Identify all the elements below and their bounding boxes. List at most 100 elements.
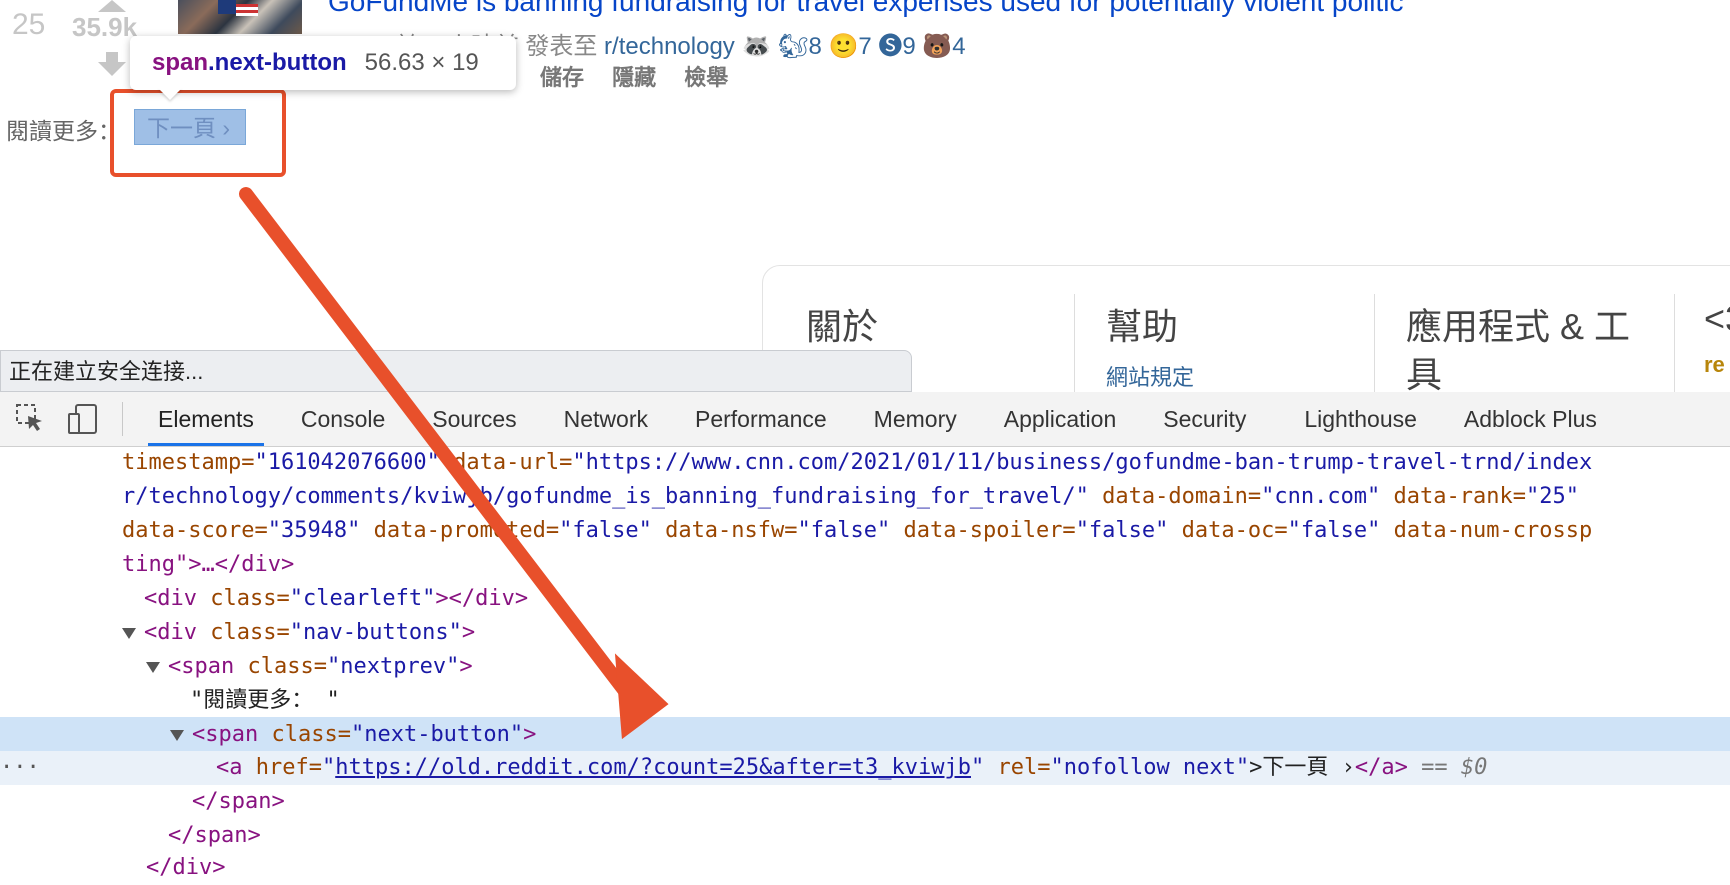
tab-elements[interactable]: Elements	[148, 392, 264, 446]
hide-link[interactable]: 隱藏	[612, 65, 656, 90]
footer-rules-link[interactable]: 網站規定	[1106, 360, 1194, 392]
tab-security[interactable]: Security	[1153, 392, 1256, 446]
tab-memory[interactable]: Memory	[864, 392, 967, 446]
dom-line[interactable]: </div>	[146, 851, 225, 885]
footer-love-link[interactable]: re	[1704, 352, 1725, 378]
tab-lighthouse[interactable]: Lighthouse	[1294, 392, 1427, 446]
expand-triangle-icon[interactable]	[170, 729, 184, 741]
expand-triangle-icon[interactable]	[146, 661, 160, 673]
attr-name: rel=	[984, 755, 1051, 780]
footer-help-title: 幫助	[1106, 306, 1179, 347]
status-bar: 正在建立安全连接...	[0, 350, 912, 392]
expand-triangle-icon[interactable]	[122, 627, 136, 639]
dom-line[interactable]: timestamp="161042076600" data-url="https…	[122, 446, 1592, 480]
tab-console[interactable]: Console	[291, 392, 395, 446]
dom-line[interactable]: <div class="clearleft"></div>	[144, 582, 528, 616]
dom-line[interactable]: data-score="35948" data-promoted="false"…	[122, 514, 1592, 548]
dom-line[interactable]: ting">…</div>	[122, 548, 294, 582]
attr-name: data-num-crossp	[1380, 518, 1593, 543]
tag-text: </span>	[168, 823, 261, 848]
tag-text: <div	[144, 586, 211, 611]
post-title-link[interactable]: GoFundMe is banning fundraising for trav…	[328, 0, 1404, 18]
footer-apps-title: 應用程式 & 工	[1406, 306, 1631, 347]
tab-performance[interactable]: Performance	[685, 392, 837, 446]
tab-adblock-plus[interactable]: Adblock Plus	[1454, 392, 1607, 446]
attr-name: class=	[210, 586, 290, 611]
attr-name: href=	[255, 755, 322, 780]
tag-text: ></div>	[435, 586, 529, 611]
footer-about-title: 關於	[806, 306, 879, 347]
attr-value: "25"	[1526, 484, 1579, 509]
elements-dom-tree: timestamp="161042076600" data-url="https…	[0, 446, 1730, 880]
attr-value: "nav-buttons"	[289, 620, 462, 645]
dom-line[interactable]: <div class="nav-buttons">	[122, 616, 475, 650]
attr-name: data-oc=	[1168, 518, 1288, 543]
attr-name: class=	[210, 620, 290, 645]
attr-value: "161042076600"	[254, 450, 440, 475]
inspect-tooltip: span.next-button 56.63 × 19	[130, 36, 516, 90]
post-score: 35.9k	[72, 12, 138, 42]
selected-marker: == $0	[1407, 755, 1488, 780]
attr-value: "false"	[1287, 518, 1381, 543]
attr-value: "	[321, 755, 336, 780]
dom-line[interactable]: </span>	[192, 785, 285, 819]
tag-text: >	[459, 654, 473, 679]
post-rank: 25	[12, 8, 46, 41]
tooltip-tag: span	[152, 49, 209, 76]
subreddit-link[interactable]: r/technology	[604, 33, 735, 60]
dom-line[interactable]: </span>	[168, 819, 261, 853]
inspect-element-icon[interactable]	[14, 402, 46, 439]
attr-value: "	[971, 755, 985, 780]
tag-text: >	[523, 722, 537, 747]
attr-value: "false"	[797, 518, 891, 543]
footer-divider	[1074, 294, 1075, 392]
tag-text: <span	[192, 722, 272, 747]
attr-value: "clearleft"	[289, 586, 436, 611]
tab-network[interactable]: Network	[554, 392, 658, 446]
post-thumbnail[interactable]	[178, 0, 302, 34]
toolbar-separator	[122, 402, 123, 436]
attr-value: "false"	[1075, 518, 1169, 543]
tag-text: >	[461, 620, 476, 645]
href-link[interactable]: https://old.reddit.com/?count=25&after=t…	[335, 755, 971, 780]
attr-value: r/technology/comments/kviwjb/gofundme_is…	[122, 484, 1089, 509]
tag-text: <a	[216, 755, 256, 780]
more-icon[interactable]: ···	[0, 751, 40, 785]
attr-value: "https://www.cnn.com/2021/01/11/business…	[572, 450, 1593, 475]
tag-text: ting">…</div>	[122, 552, 295, 577]
tag-text: </div>	[146, 855, 226, 880]
footer-divider	[1674, 294, 1675, 392]
devtools-tabs: Elements Console Sources Network Perform…	[148, 392, 1634, 446]
highlight-box	[110, 89, 286, 177]
tooltip-size: 56.63 × 19	[364, 49, 479, 76]
selected-dom-line[interactable]: <a href="https://old.reddit.com/?count=2…	[216, 751, 1487, 785]
device-toolbar-icon[interactable]	[66, 402, 100, 441]
post-actions: 儲存 隱藏 檢舉	[540, 60, 750, 92]
tag-text: </span>	[192, 789, 285, 814]
tooltip-pointer	[158, 88, 182, 100]
attr-name: data-url=	[439, 450, 573, 475]
save-link[interactable]: 儲存	[540, 65, 584, 90]
tag-text: <div	[144, 620, 211, 645]
tab-sources[interactable]: Sources	[422, 392, 526, 446]
attr-name: data-rank=	[1380, 484, 1527, 509]
attr-name: class=	[271, 722, 351, 747]
dom-line[interactable]: r/technology/comments/kviwjb/gofundme_is…	[122, 480, 1579, 514]
devtools-toolbar: Elements Console Sources Network Perform…	[0, 392, 1730, 447]
tag-text: <span	[168, 654, 248, 679]
tooltip-class: .next-button	[208, 49, 347, 76]
attr-name: data-spoiler=	[890, 518, 1076, 543]
attr-name: data-promoted=	[360, 518, 560, 543]
upvote-arrow-icon[interactable]	[98, 0, 126, 12]
tab-application[interactable]: Application	[994, 392, 1127, 446]
dom-line[interactable]: "閱讀更多： "	[190, 684, 340, 718]
text-node: "閱讀更多： "	[190, 688, 340, 713]
attr-value: "cnn.com"	[1261, 484, 1381, 509]
report-link[interactable]: 檢舉	[684, 65, 728, 90]
attr-name: data-score=	[122, 518, 268, 543]
attr-name: timestamp=	[122, 450, 255, 475]
dom-line[interactable]: <span class="next-button">	[170, 718, 536, 752]
attr-value: "false"	[559, 518, 652, 543]
dom-line[interactable]: <span class="nextprev">	[146, 650, 473, 684]
footer-apps-title-line2: 具	[1406, 354, 1443, 392]
